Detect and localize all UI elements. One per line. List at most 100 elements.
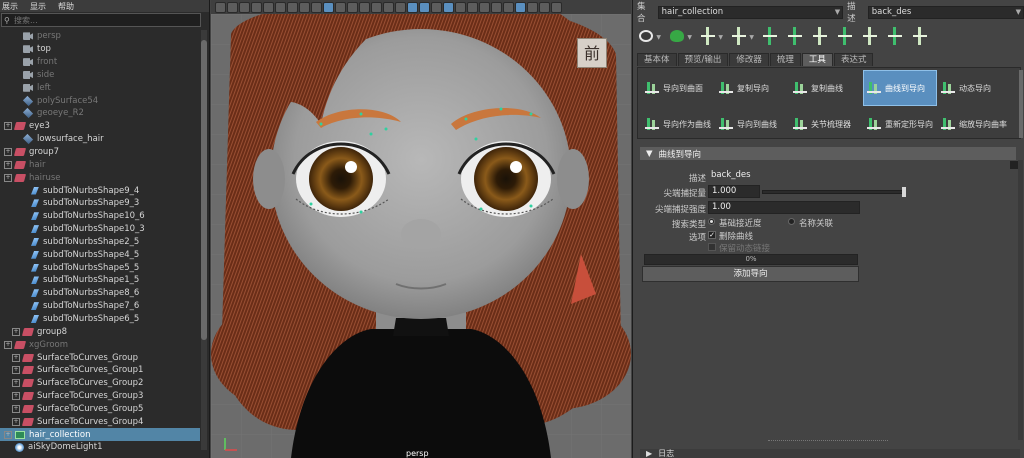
guide-length-icon[interactable] (786, 27, 804, 45)
image-plane-icon[interactable] (251, 1, 262, 13)
guide-bend-icon[interactable] (911, 27, 929, 45)
viewport-renderer-icon[interactable] (551, 1, 562, 13)
expand-toggle-icon[interactable]: + (4, 173, 12, 182)
field-chart-icon[interactable] (311, 1, 322, 13)
grid-icon[interactable] (263, 1, 274, 13)
xgen-scrollbar[interactable] (1018, 160, 1023, 440)
gamma-icon[interactable] (527, 1, 538, 13)
radio-name-association[interactable] (788, 218, 795, 225)
expand-toggle-icon[interactable]: + (12, 366, 20, 375)
resolution-gate-icon[interactable] (287, 1, 298, 13)
menu-display[interactable]: 展示 (2, 1, 18, 12)
scrollbar-thumb[interactable] (201, 40, 207, 340)
outliner-item[interactable]: subdToNurbsShape1_5 (0, 274, 200, 287)
outliner-item[interactable]: side (0, 69, 200, 82)
outliner-item[interactable]: + hairuse (0, 171, 200, 184)
outliner-item[interactable]: subdToNurbsShape9_3 (0, 197, 200, 210)
outliner-item[interactable]: + group8 (0, 325, 200, 338)
tool-button[interactable]: 导向到曲面 (642, 71, 714, 105)
color-management-icon[interactable] (539, 1, 550, 13)
delete-curves-checkbox[interactable]: ✓ (708, 231, 716, 239)
xray-icon[interactable] (479, 1, 490, 13)
outliner-item[interactable]: front (0, 56, 200, 69)
log-section-header[interactable]: ▶ 日志 (640, 449, 1020, 458)
expand-toggle-icon[interactable]: + (12, 392, 20, 401)
tip-snap-input[interactable]: 1.000 (708, 185, 760, 198)
radio-base-proximity[interactable] (708, 218, 715, 225)
view-cube-front[interactable]: 前 (577, 38, 607, 68)
film-gate-icon[interactable] (275, 1, 286, 13)
outliner-item[interactable]: + SurfaceToCurves_Group5 (0, 402, 200, 415)
outliner-item[interactable]: geoeye_R2 (0, 107, 200, 120)
xray-active-icon[interactable] (503, 1, 514, 13)
tab-5[interactable]: 表达式 (833, 53, 874, 66)
description-dropdown[interactable]: back_des ▼ (867, 5, 1024, 19)
antialias-icon[interactable] (443, 1, 454, 13)
default-material-icon[interactable] (371, 1, 382, 13)
depth-of-field-icon[interactable] (455, 1, 466, 13)
outliner-item[interactable]: + hair (0, 158, 200, 171)
smooth-shade-icon[interactable] (359, 1, 370, 13)
outliner-item[interactable]: top (0, 43, 200, 56)
outliner-item[interactable]: subdToNurbsShape7_6 (0, 300, 200, 313)
tip-snap-slider[interactable] (762, 187, 906, 197)
outliner-item[interactable]: + hair_collection (0, 428, 200, 441)
expand-toggle-icon[interactable]: + (12, 327, 20, 336)
tab-4[interactable]: 工具 (801, 53, 833, 66)
tab-0[interactable]: 基本体 (637, 53, 677, 66)
bookmark-icon[interactable] (239, 1, 250, 13)
tool-button[interactable]: 重新定形导向 (864, 107, 936, 141)
expand-toggle-icon[interactable]: + (12, 417, 20, 426)
motion-blur-icon[interactable] (431, 1, 442, 13)
panel-resize-handle[interactable] (768, 440, 888, 442)
expand-toggle-icon[interactable]: + (4, 148, 12, 157)
section-close-icon[interactable] (1010, 161, 1018, 169)
outliner-search-input[interactable] (14, 15, 194, 25)
outliner-item[interactable]: lowsurface_hair (0, 133, 200, 146)
slider-knob[interactable] (902, 187, 906, 197)
isolate-select-icon[interactable] (467, 1, 478, 13)
guide-rebuild-icon[interactable] (861, 27, 879, 45)
viewport-panel[interactable]: 前 persp (211, 0, 631, 458)
add-guides-icon[interactable]: ▼ (699, 27, 723, 45)
outliner-item[interactable]: + SurfaceToCurves_Group3 (0, 390, 200, 403)
tool-button[interactable]: 导向作为曲线 (642, 107, 714, 141)
tab-2[interactable]: 修改器 (729, 53, 769, 66)
menu-show[interactable]: 显示 (30, 1, 46, 12)
outliner-item[interactable]: + SurfaceToCurves_Group4 (0, 415, 200, 428)
outliner-item[interactable]: + SurfaceToCurves_Group2 (0, 377, 200, 390)
gate-mask-icon[interactable] (299, 1, 310, 13)
safe-action-icon[interactable] (323, 1, 334, 13)
tool-button[interactable]: 关节梳理器 (790, 107, 862, 141)
expand-toggle-icon[interactable]: + (12, 379, 20, 388)
tool-button[interactable]: 曲线到导向 (863, 70, 937, 106)
menu-help[interactable]: 帮助 (58, 1, 74, 12)
lights-icon[interactable] (395, 1, 406, 13)
create-description-icon[interactable]: ▼ (637, 27, 661, 45)
expand-toggle-icon[interactable]: + (4, 430, 12, 439)
tip-snap-strength-input[interactable]: 1.00 (708, 201, 860, 214)
expand-toggle-icon[interactable]: + (4, 340, 12, 349)
tool-button[interactable]: 复制导向 (716, 71, 788, 105)
outliner-item[interactable]: left (0, 81, 200, 94)
tools-scrollbar[interactable] (1019, 70, 1023, 138)
outliner-item[interactable]: + SurfaceToCurves_Group (0, 351, 200, 364)
tool-button[interactable]: 复制曲线 (790, 71, 862, 105)
expand-toggle-icon[interactable]: + (4, 122, 12, 131)
tab-1[interactable]: 预览/输出 (677, 53, 729, 66)
expand-toggle-icon[interactable]: + (4, 160, 12, 169)
shadows-icon[interactable] (407, 1, 418, 13)
expand-toggle-icon[interactable]: + (12, 353, 20, 362)
guide-cv-icon[interactable] (811, 27, 829, 45)
tool-button[interactable]: 导向到曲线 (716, 107, 788, 141)
collection-dropdown[interactable]: hair_collection ▼ (657, 5, 844, 19)
place-guides-icon[interactable]: ▼ (730, 27, 754, 45)
outliner-scrollbar[interactable] (201, 30, 207, 450)
outliner-item[interactable]: + SurfaceToCurves_Group1 (0, 364, 200, 377)
wireframe-icon[interactable] (347, 1, 358, 13)
outliner-item[interactable]: + eye3 (0, 120, 200, 133)
outliner-item[interactable]: subdToNurbsShape5_5 (0, 261, 200, 274)
outliner-item[interactable]: subdToNurbsShape2_5 (0, 236, 200, 249)
select-camera-icon[interactable] (215, 1, 226, 13)
outliner-item[interactable]: subdToNurbsShape10_6 (0, 210, 200, 223)
